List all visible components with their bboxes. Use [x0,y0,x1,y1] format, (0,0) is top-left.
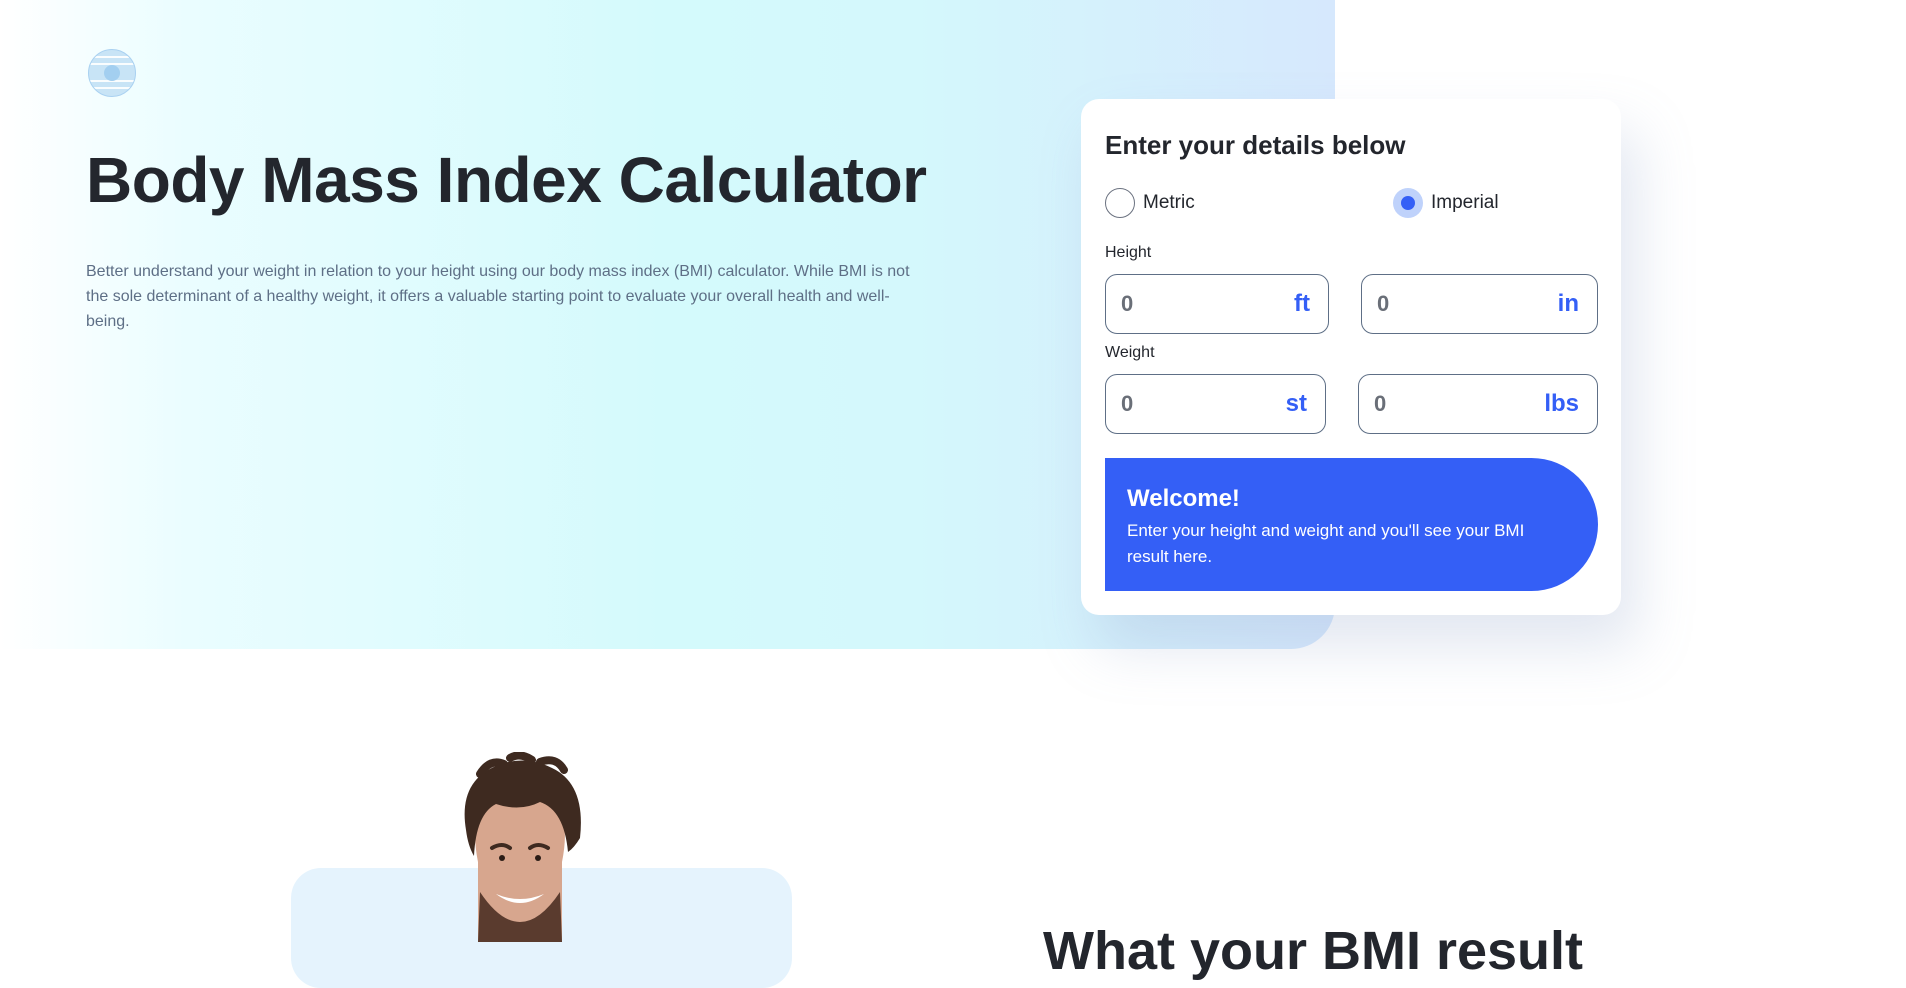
height-inches-unit: in [1557,290,1579,317]
smiling-man-photo [464,752,581,942]
height-inches-input[interactable]: 0 in [1361,274,1598,334]
metric-radio-option[interactable]: Metric [1105,187,1195,219]
bmi-calculator-card: Enter your details below Metric Imperial… [1081,99,1621,615]
weight-stone-input[interactable]: 0 st [1105,374,1326,434]
height-feet-value: 0 [1121,291,1134,316]
weight-pounds-unit: lbs [1544,390,1579,417]
calculator-title: Enter your details below [1105,130,1406,160]
imperial-radio-label: Imperial [1431,192,1499,213]
radio-selected-dot [1401,196,1415,210]
height-feet-input[interactable]: 0 ft [1105,274,1329,334]
weight-pounds-input[interactable]: 0 lbs [1358,374,1598,434]
imperial-radio-option[interactable]: Imperial [1393,187,1499,219]
height-label: Height [1105,244,1152,261]
weight-stone-unit: st [1285,390,1307,417]
result-title: Welcome! [1127,485,1240,512]
weight-pounds-value: 0 [1374,391,1387,416]
metric-radio-button[interactable] [1105,188,1135,218]
bmi-result-panel: Welcome! Enter your height and weight an… [1105,458,1598,591]
result-message: Enter your height and weight and you'll … [1127,521,1525,566]
hero-description: Better understand your weight in relatio… [86,263,910,330]
logo-icon[interactable] [88,49,136,97]
metric-radio-label: Metric [1143,192,1195,213]
height-feet-unit: ft [1294,290,1310,317]
page-title: Body Mass Index Calculator [86,144,927,216]
weight-stone-value: 0 [1121,391,1134,416]
weight-label: Weight [1105,344,1155,361]
height-inches-value: 0 [1377,291,1390,316]
section-heading: What your BMI result [1043,921,1584,981]
imperial-radio-button[interactable] [1393,188,1423,218]
